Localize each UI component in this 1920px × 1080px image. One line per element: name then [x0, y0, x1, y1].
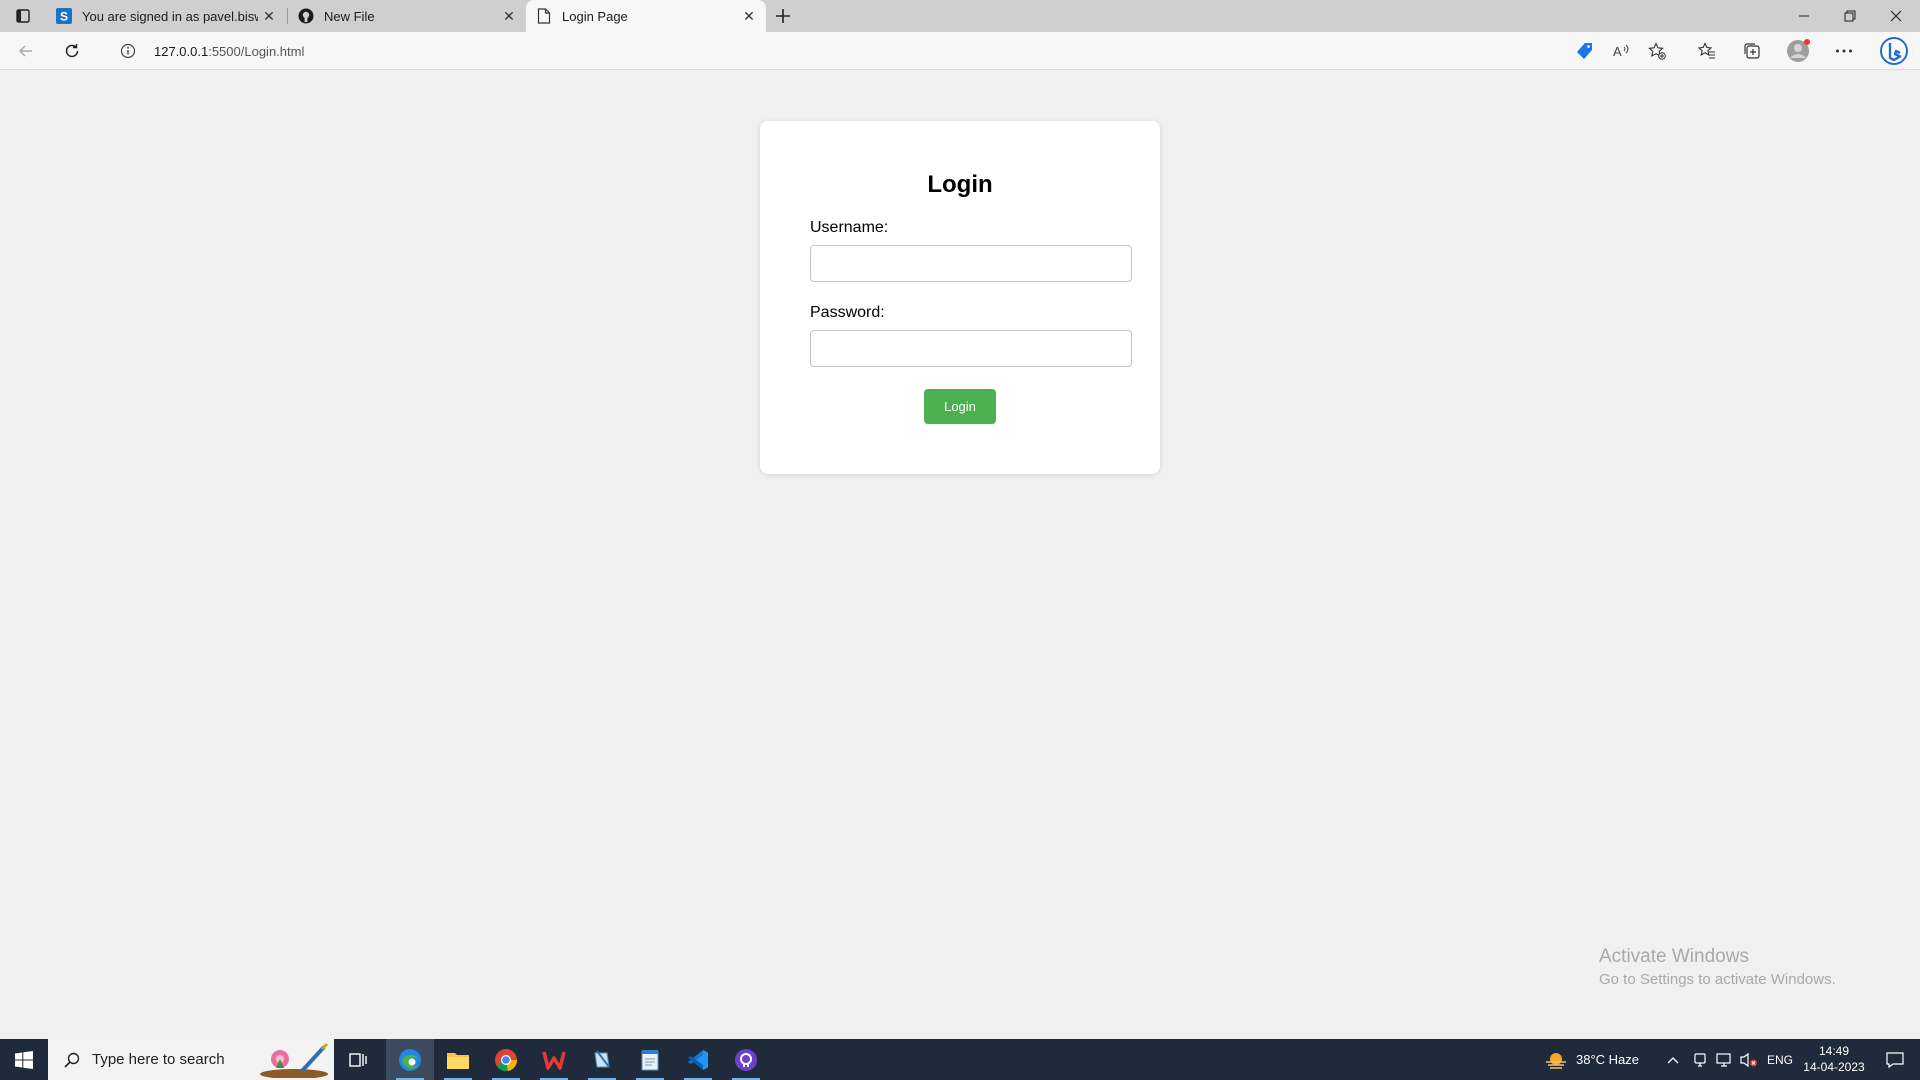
restore-icon[interactable] [1827, 0, 1873, 32]
new-tab-icon[interactable] [770, 4, 796, 28]
search-highlight-art-icon [254, 1041, 334, 1079]
clock-time: 14:49 [1818, 1044, 1850, 1058]
browser-tab-bar: S You are signed in as pavel.biswas ✕ Ne… [0, 0, 1920, 32]
windows-start-icon[interactable] [0, 1039, 48, 1080]
meet-now-icon[interactable] [1693, 1039, 1707, 1080]
vscode-icon[interactable] [674, 1039, 722, 1080]
tab-login-page[interactable]: Login Page ✕ [526, 0, 766, 32]
site-info-icon[interactable] [114, 37, 142, 65]
close-window-icon[interactable] [1873, 0, 1919, 32]
weather-widget[interactable]: 38°C Haze [1544, 1039, 1639, 1080]
page-icon [536, 8, 552, 24]
svg-text:S: S [60, 10, 68, 24]
username-field[interactable] [810, 245, 1132, 282]
collections-icon[interactable] [1736, 36, 1768, 66]
notes-app-icon[interactable] [578, 1039, 626, 1080]
close-tab-icon[interactable]: ✕ [738, 5, 760, 27]
volume-muted-icon[interactable] [1740, 1039, 1758, 1080]
add-favorite-icon[interactable] [1641, 36, 1673, 66]
close-tab-icon[interactable]: ✕ [498, 5, 520, 27]
tab-title: You are signed in as pavel.biswas [82, 8, 258, 24]
search-icon [62, 1050, 82, 1070]
github-icon [298, 8, 314, 24]
activate-windows-watermark: Activate Windows Go to Settings to activ… [1599, 946, 1836, 988]
notepad-icon[interactable] [626, 1039, 674, 1080]
login-card: Login Username: Password: Login [760, 121, 1160, 474]
weather-text: 38°C Haze [1576, 1052, 1640, 1067]
address-bar[interactable]: 127.0.0.1:5500/Login.html [102, 36, 1602, 66]
github-desktop-icon[interactable] [722, 1039, 770, 1080]
favorites-icon[interactable] [1691, 36, 1723, 66]
network-icon[interactable] [1716, 1039, 1732, 1080]
login-heading: Login [927, 171, 993, 198]
url-host: 127.0.0.1 [154, 43, 209, 59]
svg-text:A: A [1613, 44, 1622, 59]
profile-avatar-icon[interactable] [1782, 36, 1814, 66]
taskbar-clock[interactable]: 14:49 14-04-2023 [1786, 1043, 1882, 1075]
login-button[interactable]: Login [924, 389, 996, 424]
s-app-icon: S [56, 8, 72, 24]
watermark-title: Activate Windows [1599, 946, 1749, 967]
watermark-subtitle: Go to Settings to activate Windows. [1599, 971, 1836, 988]
password-label: Password: [810, 304, 885, 321]
search-placeholder: Type here to search [92, 1051, 225, 1068]
tab-title: New File [324, 8, 375, 24]
tab-actions-icon[interactable] [8, 4, 38, 28]
browser-toolbar: 127.0.0.1:5500/Login.html A [0, 32, 1920, 70]
task-view-icon[interactable] [334, 1039, 382, 1080]
password-field[interactable] [810, 330, 1132, 367]
address-url: 127.0.0.1:5500/Login.html [154, 44, 304, 59]
page-viewport: Login Username: Password: Login Activate… [0, 71, 1920, 1039]
wps-office-icon[interactable] [530, 1039, 578, 1080]
url-path: :5500/Login.html [208, 43, 305, 59]
notification-center-icon[interactable] [1870, 1039, 1920, 1080]
close-tab-icon[interactable]: ✕ [258, 5, 280, 27]
refresh-icon[interactable] [56, 36, 88, 66]
username-label: Username: [810, 219, 889, 236]
show-hidden-icons[interactable] [1667, 1039, 1679, 1080]
clock-date: 14-04-2023 [1803, 1060, 1865, 1074]
more-options-icon[interactable] [1828, 36, 1860, 66]
tab-new-file[interactable]: New File ✕ [288, 0, 526, 32]
bing-chat-icon[interactable] [1876, 36, 1912, 66]
shopping-tag-icon[interactable] [1569, 36, 1601, 66]
file-explorer-icon[interactable] [434, 1039, 482, 1080]
read-aloud-icon[interactable]: A [1605, 36, 1637, 66]
tab-title: Login Page [562, 8, 628, 24]
back-icon[interactable] [10, 36, 42, 66]
minimize-icon[interactable] [1781, 0, 1827, 32]
edge-browser-icon[interactable] [386, 1039, 434, 1080]
chrome-icon[interactable] [482, 1039, 530, 1080]
taskbar-search-box[interactable]: Type here to search [48, 1039, 334, 1080]
weather-haze-icon [1544, 1050, 1568, 1070]
windows-taskbar: Type here to search 38°C Haze ENG 14:49 … [0, 1039, 1920, 1080]
tab-signed-in[interactable]: S You are signed in as pavel.biswas ✕ [46, 0, 286, 32]
